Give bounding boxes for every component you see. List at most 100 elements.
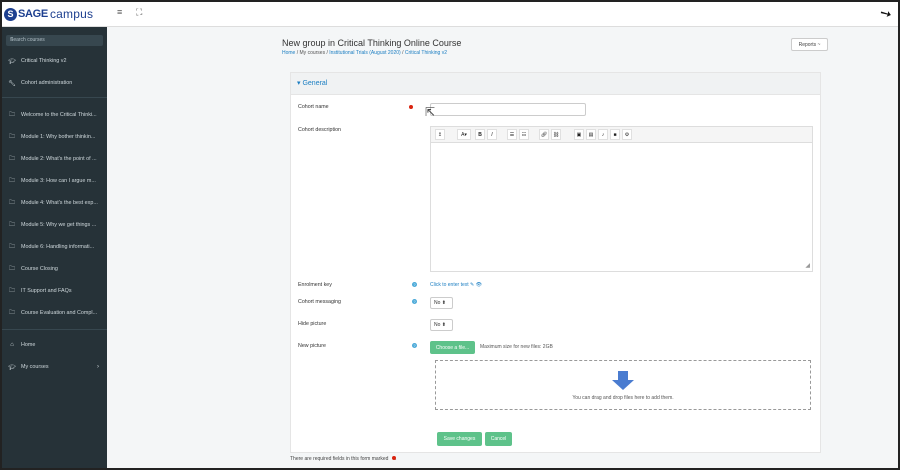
main-content: New group in Critical Thinking Online Co… bbox=[107, 27, 898, 468]
form-card: ▾ General Cohort name Cohort description… bbox=[290, 72, 821, 453]
editor-toolbar: ↥ A▾ B I ☰ ☷ 🔗︎ ⛓ ▣ ▤ ♪ ■ ⚙ bbox=[431, 127, 812, 143]
enrolment-key-edit-link[interactable]: Click to enter text ✎ 👁︎ bbox=[430, 282, 482, 288]
italic-icon[interactable]: I bbox=[487, 129, 497, 140]
sidebar-item-label: Course Evaluation and Compl... bbox=[21, 310, 98, 316]
toolbar-toggle-icon[interactable]: ↥ bbox=[435, 129, 445, 140]
help-icon[interactable]: ? bbox=[412, 343, 417, 348]
section-title: ▾ General bbox=[297, 80, 328, 87]
max-size-text: Maximum size for new files: 2GB bbox=[480, 344, 553, 350]
sidebar-item-label: Welcome to the Critical Thinki... bbox=[21, 112, 97, 118]
help-icon[interactable]: ? bbox=[412, 282, 417, 287]
required-icon bbox=[391, 456, 396, 460]
search-courses-input[interactable]: Search courses ⌕ bbox=[6, 35, 103, 46]
image-icon[interactable]: ▣ bbox=[574, 129, 584, 140]
download-arrow-icon bbox=[612, 371, 634, 390]
sidebar-item-label: My courses bbox=[21, 364, 49, 370]
sidebar-item-module-3[interactable]: 🗀 Module 3: How can I argue m... bbox=[2, 173, 107, 189]
enrolment-key-label: Enrolment key bbox=[298, 282, 332, 288]
hamburger-icon[interactable]: ≡ bbox=[117, 7, 122, 17]
sidebar-item-module-2[interactable]: 🗀 Module 2: What's the point of ... bbox=[2, 151, 107, 167]
home-icon: ⌂ bbox=[10, 342, 14, 348]
unlink-icon[interactable]: ⛓ bbox=[551, 129, 561, 140]
page-title: New group in Critical Thinking Online Co… bbox=[282, 38, 462, 48]
breadcrumb-home[interactable]: Home bbox=[282, 50, 295, 56]
sidebar-divider bbox=[2, 329, 107, 330]
manage-files-icon[interactable]: ⚙ bbox=[622, 129, 632, 140]
breadcrumb-critical-thinking[interactable]: Critical Thinking v2 bbox=[405, 50, 447, 56]
sidebar-item-module-1[interactable]: 🗀 Module 1: Why bother thinkin... bbox=[2, 129, 107, 145]
new-picture-label: New picture bbox=[298, 343, 326, 349]
general-section-header[interactable]: ▾ General bbox=[291, 73, 820, 95]
sidebar-item-module-4[interactable]: 🗀 Module 4: What's the best exp... bbox=[2, 195, 107, 211]
cancel-button[interactable]: Cancel bbox=[485, 432, 512, 446]
logo-mark: S bbox=[4, 7, 17, 21]
numbered-list-icon[interactable]: ☷ bbox=[519, 129, 529, 140]
cohort-name-label: Cohort name bbox=[298, 104, 329, 110]
breadcrumb: Home / My courses / Institutional Trials… bbox=[282, 50, 448, 56]
bold-icon[interactable]: B bbox=[475, 129, 485, 140]
required-fields-note: There are required fields in this form m… bbox=[290, 456, 397, 462]
sidebar-item-it-support[interactable]: 🗀 IT Support and FAQs bbox=[2, 283, 107, 299]
sidebar-item-label: IT Support and FAQs bbox=[21, 288, 72, 294]
cohort-description-editor[interactable]: ↥ A▾ B I ☰ ☷ 🔗︎ ⛓ ▣ ▤ ♪ ■ ⚙ ◢ bbox=[430, 126, 813, 272]
sidebar-item-module-5[interactable]: 🗀 Module 5: Why we get things ... bbox=[2, 217, 107, 233]
sidebar-item-label: Cohort administration bbox=[21, 80, 73, 86]
sidebar-item-label: Module 2: What's the point of ... bbox=[21, 156, 97, 162]
sage-campus-logo[interactable]: S SAGE campus bbox=[4, 6, 93, 22]
logo-campus-text: campus bbox=[49, 7, 94, 21]
reports-button[interactable]: Reports ~ bbox=[791, 38, 828, 51]
sidebar-item-label: Home bbox=[21, 342, 36, 348]
sidebar-divider bbox=[2, 97, 107, 98]
media-icon[interactable]: ▤ bbox=[586, 129, 596, 140]
sidebar-item-label: Course Closing bbox=[21, 266, 58, 272]
sidebar-item-my-courses[interactable]: 🎓︎ My courses › bbox=[2, 359, 107, 375]
folder-icon: 🗀 bbox=[8, 178, 15, 184]
help-icon[interactable]: ? bbox=[412, 299, 417, 304]
link-icon[interactable]: 🔗︎ bbox=[539, 129, 549, 140]
expand-icon[interactable]: ⛶ bbox=[136, 7, 142, 18]
folder-icon: 🗀 bbox=[8, 244, 15, 250]
bullet-list-icon[interactable]: ☰ bbox=[507, 129, 517, 140]
breadcrumb-institutional-trials[interactable]: Institutional Trials (August 2020) bbox=[329, 50, 400, 56]
breadcrumb-my-courses[interactable]: My courses bbox=[300, 50, 326, 56]
save-changes-button[interactable]: Save changes bbox=[437, 432, 482, 446]
arrow-icon: ➘ bbox=[876, 3, 895, 23]
sidebar-item-home[interactable]: ⌂ Home bbox=[2, 337, 107, 353]
folder-icon: 🗀 bbox=[8, 112, 15, 118]
hide-picture-select[interactable]: No ⬍ bbox=[430, 319, 453, 331]
cohort-messaging-select[interactable]: No ⬍ bbox=[430, 297, 453, 309]
choose-file-button[interactable]: Choose a file... bbox=[430, 341, 475, 354]
file-dropzone[interactable]: You can drag and drop files here to add … bbox=[435, 360, 811, 410]
sidebar-item-course-evaluation[interactable]: 🗀 Course Evaluation and Compl... bbox=[2, 305, 107, 321]
cohort-name-input[interactable] bbox=[430, 103, 586, 116]
wrench-icon: 🔧︎ bbox=[8, 80, 16, 87]
app-frame: S SAGE campus ≡ ⛶ ➘ Search courses ⌕ 🎓︎ … bbox=[0, 0, 900, 470]
sidebar-item-label: Module 1: Why bother thinkin... bbox=[21, 134, 96, 140]
sidebar-item-label: Critical Thinking v2 bbox=[21, 58, 67, 64]
folder-icon: 🗀 bbox=[8, 200, 15, 206]
sidebar-item-label: Module 5: Why we get things ... bbox=[21, 222, 97, 228]
chevron-right-icon: › bbox=[97, 364, 99, 370]
folder-icon: 🗀 bbox=[8, 288, 15, 294]
sidebar-item-course-closing[interactable]: 🗀 Course Closing bbox=[2, 261, 107, 277]
sidebar-item-cohort-administration[interactable]: 🔧︎ Cohort administration bbox=[2, 75, 107, 91]
resize-handle-icon[interactable]: ◢ bbox=[805, 262, 810, 269]
sidebar: Search courses ⌕ 🎓︎ Critical Thinking v2… bbox=[2, 27, 107, 468]
cohort-description-label: Cohort description bbox=[298, 127, 341, 133]
folder-icon: 🗀 bbox=[8, 156, 15, 162]
sidebar-item-module-6[interactable]: 🗀 Module 6: Handling informati... bbox=[2, 239, 107, 255]
mouse-cursor-icon: ⇱ bbox=[425, 105, 436, 119]
hide-picture-label: Hide picture bbox=[298, 321, 327, 327]
folder-icon: 🗀 bbox=[8, 222, 15, 228]
search-icon[interactable]: ⌕ bbox=[10, 36, 99, 43]
microphone-icon[interactable]: ♪ bbox=[598, 129, 608, 140]
graduation-cap-icon: 🎓︎ bbox=[8, 364, 16, 371]
video-icon[interactable]: ■ bbox=[610, 129, 620, 140]
font-size-icon[interactable]: A▾ bbox=[457, 129, 471, 140]
graduation-cap-icon: 🎓︎ bbox=[8, 58, 16, 65]
top-navbar: S SAGE campus ≡ ⛶ ➘ bbox=[2, 2, 898, 27]
cohort-messaging-label: Cohort messaging bbox=[298, 299, 341, 305]
sidebar-item-critical-thinking[interactable]: 🎓︎ Critical Thinking v2 bbox=[2, 53, 107, 69]
folder-icon: 🗀 bbox=[8, 266, 15, 272]
sidebar-item-welcome[interactable]: 🗀 Welcome to the Critical Thinki... bbox=[2, 107, 107, 123]
